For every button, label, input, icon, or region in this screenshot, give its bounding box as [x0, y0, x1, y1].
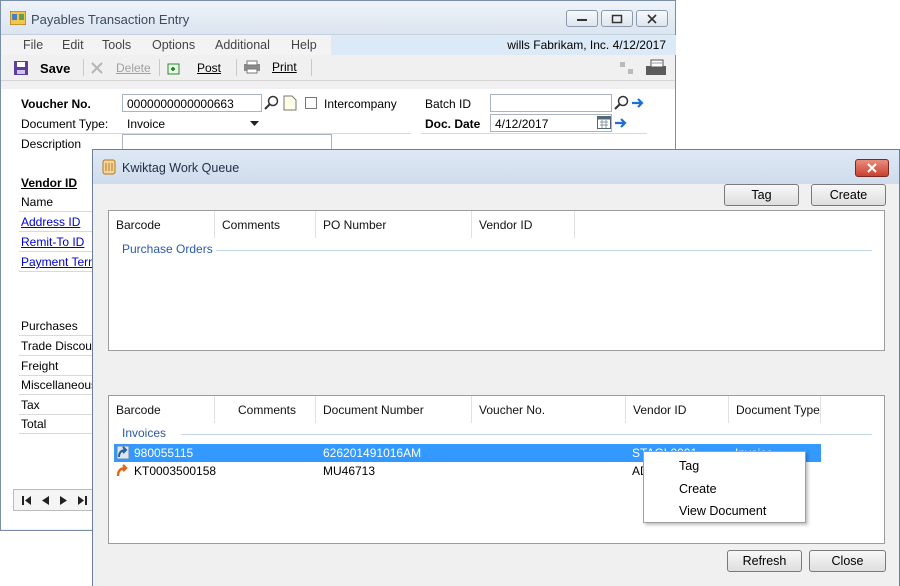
- voucher-lookup-icon[interactable]: [264, 95, 280, 111]
- inv-header-comments[interactable]: Comments: [215, 396, 316, 423]
- trade-discount-label: Trade Discou: [19, 337, 93, 356]
- po-header-comments[interactable]: Comments: [215, 211, 316, 238]
- minimize-button[interactable]: [566, 10, 598, 27]
- po-header-vendor-id[interactable]: Vendor ID: [472, 211, 575, 238]
- save-button[interactable]: Save: [13, 60, 70, 76]
- menubar: File Edit Tools Options Additional Help …: [1, 35, 676, 55]
- delete-icon: [91, 62, 103, 74]
- doc-date-field[interactable]: 4/12/2017: [490, 114, 612, 132]
- front-close-button[interactable]: [855, 159, 889, 177]
- chevron-down-icon: [250, 121, 259, 126]
- miscellaneous-label: Miscellaneous: [19, 376, 93, 395]
- last-record-icon[interactable]: [78, 496, 88, 505]
- description-label: Description: [21, 137, 82, 151]
- record-navigator: [13, 489, 93, 511]
- date-arrow-icon[interactable]: [614, 116, 628, 130]
- doc-date-label: Doc. Date: [425, 117, 481, 131]
- cell-barcode: KT0003500158: [134, 464, 217, 478]
- batch-id-field[interactable]: [490, 94, 612, 112]
- menu-tools[interactable]: Tools: [102, 38, 131, 52]
- document-arrow-icon: [116, 445, 130, 460]
- inv-header-barcode[interactable]: Barcode: [109, 396, 215, 423]
- tag-button[interactable]: Tag: [724, 184, 799, 206]
- batch-lookup-icon[interactable]: [614, 95, 630, 111]
- freight-label: Freight: [19, 357, 93, 376]
- close-icon: [867, 163, 877, 173]
- purchase-orders-grid: Barcode Comments PO Number Vendor ID Pur…: [108, 210, 885, 351]
- menu-edit[interactable]: Edit: [62, 38, 84, 52]
- user-company-date: wills Fabrikam, Inc. 4/12/2017: [331, 35, 676, 55]
- close-dialog-button[interactable]: Close: [809, 550, 886, 572]
- address-id-link[interactable]: Address ID: [19, 213, 93, 232]
- cell-barcode: 980055115: [134, 446, 194, 460]
- previous-record-icon[interactable]: [42, 496, 49, 505]
- po-header-barcode[interactable]: Barcode: [109, 211, 215, 238]
- front-titlebar: Kwiktag Work Queue: [93, 150, 899, 184]
- menu-additional[interactable]: Additional: [215, 38, 270, 52]
- remit-to-id-link[interactable]: Remit-To ID: [19, 233, 93, 252]
- toolbar: Save Delete Post Print: [1, 55, 675, 81]
- total-label: Total: [19, 415, 93, 434]
- kwiktag-app-icon: [102, 159, 116, 175]
- cell-document-number: MU46713: [323, 464, 376, 478]
- menu-help[interactable]: Help: [291, 38, 317, 52]
- printer-icon: [244, 60, 260, 74]
- batch-arrow-icon[interactable]: [631, 96, 645, 110]
- next-record-icon[interactable]: [60, 496, 67, 505]
- context-menu-view-document[interactable]: View Document: [679, 504, 766, 518]
- context-menu-create[interactable]: Create: [679, 482, 717, 496]
- invoices-group-label: Invoices: [122, 426, 167, 440]
- minimize-icon: [577, 18, 587, 21]
- layout-icon[interactable]: [619, 61, 635, 75]
- work-queue-content: Tag Create Barcode Comments PO Number Ve…: [93, 184, 899, 586]
- inv-header-document-number[interactable]: Document Number: [316, 396, 472, 423]
- save-icon: [14, 61, 28, 75]
- refresh-button[interactable]: Refresh: [727, 550, 802, 572]
- name-label: Name: [19, 193, 93, 212]
- first-record-icon[interactable]: [22, 496, 32, 505]
- tax-label: Tax: [19, 396, 93, 415]
- intercompany-label: Intercompany: [324, 97, 397, 111]
- menu-file[interactable]: File: [23, 38, 43, 52]
- back-titlebar: Payables Transaction Entry: [1, 1, 675, 35]
- menu-options[interactable]: Options: [152, 38, 195, 52]
- maximize-button[interactable]: [601, 10, 633, 27]
- inv-header-document-type[interactable]: Document Type: [729, 396, 821, 423]
- maximize-icon: [611, 14, 623, 23]
- post-icon: [167, 63, 180, 75]
- po-header-po-number[interactable]: PO Number: [316, 211, 472, 238]
- vendor-id-label[interactable]: Vendor ID: [21, 176, 77, 190]
- voucher-no-field[interactable]: 0000000000000663: [122, 94, 262, 112]
- new-document-icon[interactable]: [283, 95, 297, 111]
- context-menu-tag[interactable]: Tag: [679, 459, 699, 473]
- create-button[interactable]: Create: [811, 184, 886, 206]
- cell-document-number: 626201491016AM: [323, 446, 422, 460]
- payment-terms-link[interactable]: Payment Term: [19, 253, 93, 272]
- post-button[interactable]: Post: [166, 60, 221, 76]
- purchase-orders-group-label: Purchase Orders: [122, 242, 213, 256]
- context-menu: Tag Create View Document: [643, 451, 806, 523]
- calendar-icon[interactable]: [597, 116, 611, 129]
- purchases-label: Purchases: [19, 317, 93, 336]
- inv-header-vendor-id[interactable]: Vendor ID: [626, 396, 729, 423]
- window-title: Payables Transaction Entry: [31, 12, 190, 27]
- inv-header-voucher-no[interactable]: Voucher No.: [472, 396, 626, 423]
- close-button[interactable]: [636, 10, 668, 27]
- voucher-no-label: Voucher No.: [21, 97, 91, 111]
- delete-button[interactable]: Delete: [89, 60, 151, 76]
- print-button[interactable]: Print: [243, 60, 297, 74]
- document-type-select[interactable]: Invoice: [122, 114, 262, 132]
- document-type-label: Document Type:: [21, 117, 109, 131]
- close-icon: [647, 13, 657, 24]
- app-icon: [10, 11, 26, 25]
- orange-arrow-icon: [116, 464, 128, 477]
- intercompany-checkbox[interactable]: [305, 97, 317, 109]
- batch-id-label: Batch ID: [425, 97, 472, 111]
- front-window-title: Kwiktag Work Queue: [122, 161, 240, 175]
- fax-printer-icon[interactable]: [643, 58, 669, 78]
